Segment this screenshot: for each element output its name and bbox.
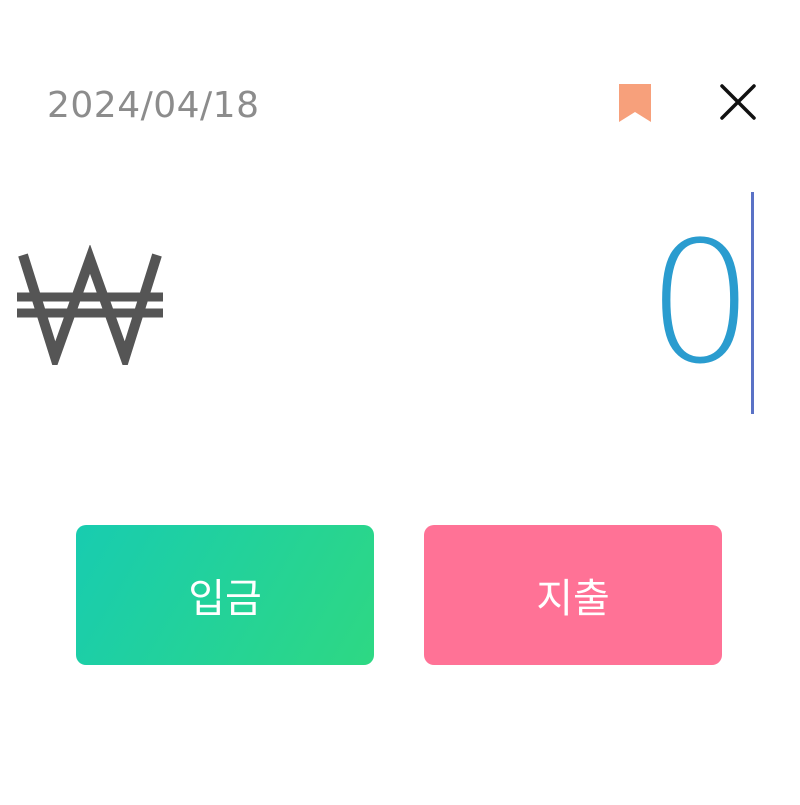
currency-symbol <box>15 244 165 373</box>
entry-date[interactable]: 2024/04/18 <box>47 82 260 130</box>
amount-input[interactable]: 0 <box>600 192 760 414</box>
close-icon[interactable] <box>716 80 760 124</box>
income-button[interactable]: 입금 <box>76 525 374 665</box>
amount-value: 0 <box>647 205 754 401</box>
expense-button-label: 지출 <box>536 576 610 622</box>
bookmark-icon[interactable] <box>619 84 651 122</box>
expense-button[interactable]: 지출 <box>424 525 722 665</box>
income-button-label: 입금 <box>188 576 262 622</box>
text-caret <box>751 192 754 414</box>
